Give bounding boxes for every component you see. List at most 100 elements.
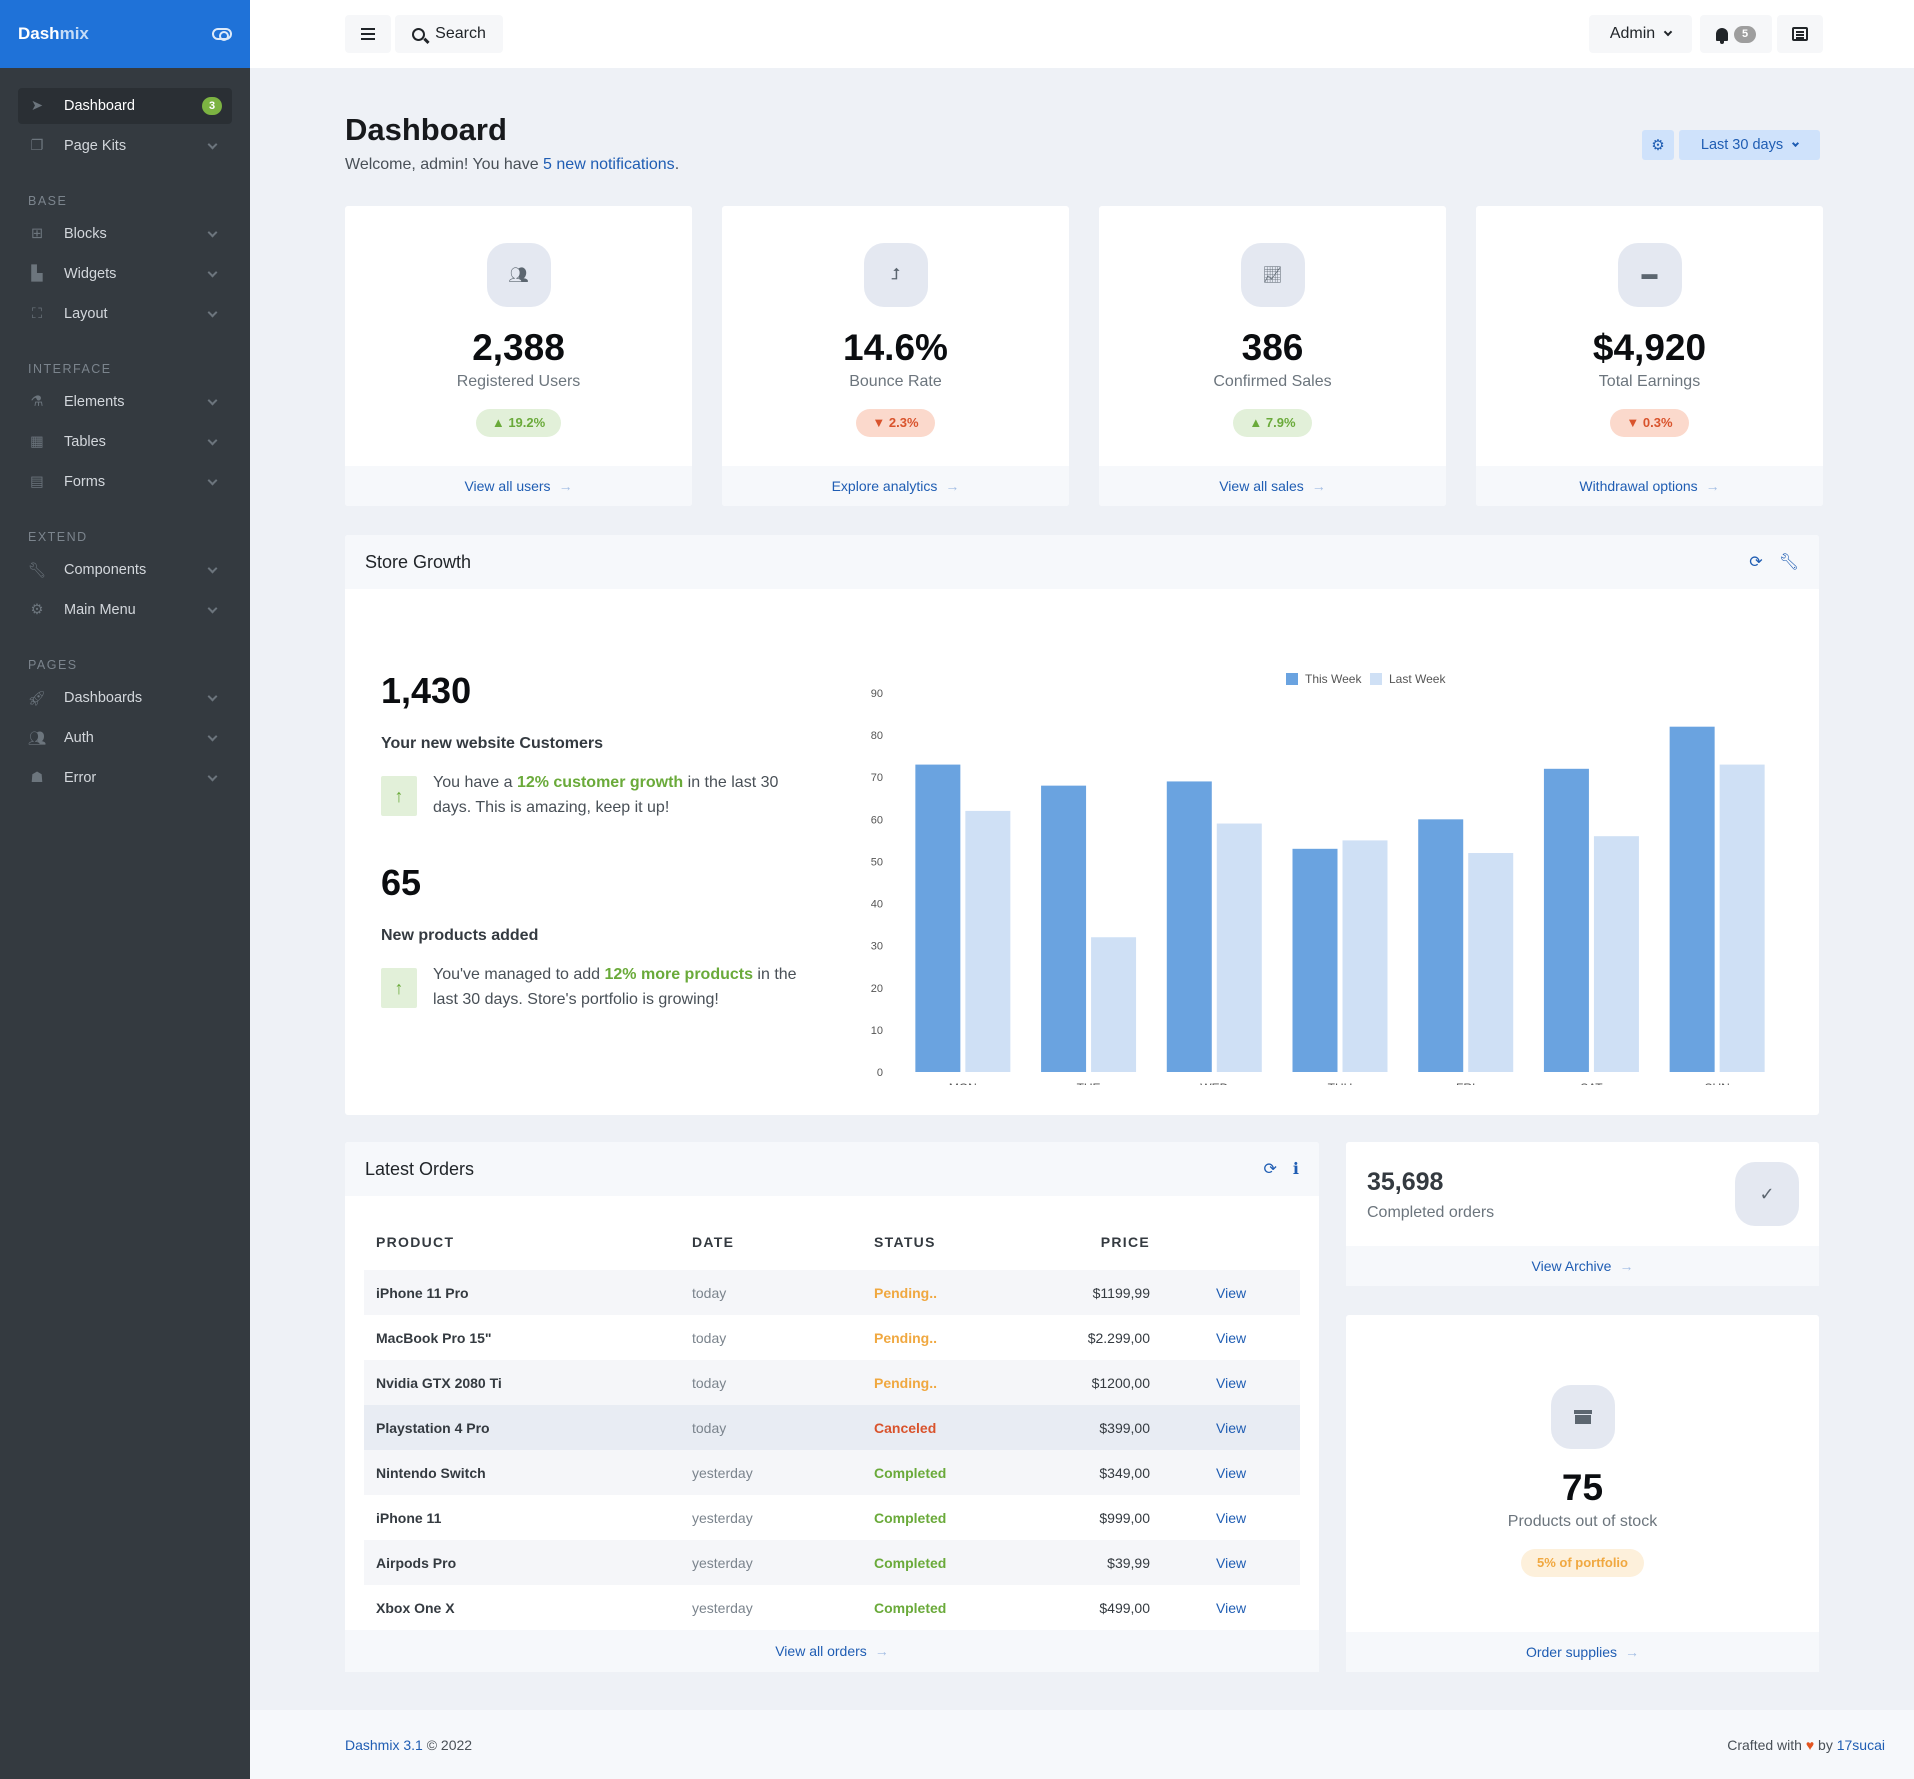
stat-link[interactable]: View all users → — [345, 466, 692, 506]
table-row[interactable]: MacBook Pro 15" today Pending.. $2.299,0… — [364, 1315, 1300, 1360]
arrow-right-icon: → — [874, 1643, 889, 1659]
table-row[interactable]: Nintendo Switch yesterday Completed $349… — [364, 1450, 1300, 1495]
search-button[interactable]: Search — [395, 15, 503, 53]
sidebar-item-page-kits[interactable]: ❐ Page Kits — [18, 128, 232, 164]
table-row[interactable]: iPhone 11 Pro today Pending.. $1199,99 V… — [364, 1270, 1300, 1315]
gear-icon: ⚙ — [30, 602, 44, 618]
view-order-link[interactable]: View — [1162, 1450, 1300, 1495]
stat-change-value: 2.3% — [888, 415, 919, 430]
arrow-right-icon: → — [945, 478, 960, 494]
stat-change-badge: ▲ 19.2% — [475, 409, 562, 437]
page-title: Dashboard — [345, 112, 507, 147]
sidebar-item-forms[interactable]: ▤ Forms — [18, 464, 232, 500]
dashboard-badge: 3 — [202, 97, 222, 115]
sidebar-item-label: Widgets — [64, 266, 117, 282]
view-order-link[interactable]: View — [1162, 1540, 1300, 1585]
stat-link[interactable]: View all sales → — [1099, 466, 1446, 506]
table-row[interactable]: Nvidia GTX 2080 Ti today Pending.. $1200… — [364, 1360, 1300, 1405]
stat-link[interactable]: Withdrawal options → — [1476, 466, 1823, 506]
price-cell: $1200,00 — [1022, 1360, 1162, 1405]
ghost-icon: ☗ — [30, 770, 44, 786]
grid-icon: ⊞ — [30, 226, 44, 242]
bar-this-week-fri — [1418, 819, 1464, 1072]
refresh-icon[interactable]: ⟳ — [1264, 1159, 1277, 1179]
sidebar-item-label: Blocks — [64, 226, 107, 242]
table-row[interactable]: iPhone 11 yesterday Completed $999,00 Vi… — [364, 1495, 1300, 1540]
toggle-sidebar-button[interactable] — [345, 15, 391, 53]
product-link[interactable]: Dashmix 3.1 — [345, 1737, 423, 1753]
info-icon[interactable]: ℹ — [1293, 1159, 1299, 1179]
stat-card: 📈︎ 386 Confirmed Sales ▲ 7.9% View all s… — [1099, 206, 1446, 506]
date-range-dropdown[interactable]: Last 30 days — [1679, 130, 1820, 160]
search-icon — [412, 27, 426, 41]
chevron-down-icon — [207, 139, 218, 149]
bar-this-week-tue — [1041, 785, 1087, 1072]
out-of-stock-label: Products out of stock — [1507, 1513, 1658, 1530]
page-footer: Dashmix 3.1 © 2022 Crafted with ♥ by 17s… — [250, 1710, 1914, 1779]
sidebar-item-blocks[interactable]: ⊞ Blocks — [18, 216, 232, 252]
dark-mode-toggle-icon[interactable] — [212, 28, 232, 41]
chevron-down-icon — [207, 771, 218, 781]
customers-growth-highlight: 12% customer growth — [516, 774, 684, 791]
notifications-button[interactable]: 5 — [1700, 15, 1772, 53]
sidebar-item-tables[interactable]: ▦ Tables — [18, 424, 232, 460]
view-order-link[interactable]: View — [1162, 1360, 1300, 1405]
sidebar-item-widgets[interactable]: ▙ Widgets — [18, 256, 232, 292]
status-cell: Completed — [874, 1599, 947, 1616]
chevron-down-icon — [207, 475, 218, 485]
sidebar-item-label: Dashboard — [64, 98, 135, 114]
sidebar-item-auth[interactable]: 👥︎ Auth — [18, 720, 232, 756]
view-order-link[interactable]: View — [1162, 1585, 1300, 1630]
column-header: STATUS — [874, 1234, 936, 1250]
price-cell: $39,99 — [1022, 1540, 1162, 1585]
x-tick-label: THU — [1328, 1081, 1353, 1085]
link-label: View all users — [464, 478, 551, 494]
sidebar-item-error[interactable]: ☗ Error — [18, 760, 232, 796]
column-header-actions — [1162, 1214, 1300, 1270]
sidebar-item-dashboard[interactable]: ➤ Dashboard 3 — [18, 88, 232, 124]
settings-button[interactable]: ⚙ — [1642, 130, 1674, 160]
sidebar: Dashmix ➤ Dashboard 3 ❐ Page Kits BASE ⊞ … — [0, 0, 250, 1779]
sidebar-item-main-menu[interactable]: ⚙ Main Menu — [18, 592, 232, 628]
view-order-link[interactable]: View — [1162, 1315, 1300, 1360]
new-products-label: New products added — [381, 927, 539, 944]
order-supplies-link[interactable]: Order supplies → — [1346, 1632, 1819, 1672]
sidebar-item-elements[interactable]: ⚗ Elements — [18, 384, 232, 420]
sidebar-item-layout[interactable]: ⛶ Layout — [18, 296, 232, 332]
notifications-link[interactable]: 5 new notifications — [543, 156, 675, 173]
stat-label: Confirmed Sales — [1213, 373, 1332, 390]
view-archive-link[interactable]: View Archive → — [1346, 1246, 1819, 1286]
stat-card: ▬ $4,920 Total Earnings ▼ 0.3% Withdrawa… — [1476, 206, 1823, 506]
chevron-down-icon — [207, 395, 218, 405]
view-order-link[interactable]: View — [1162, 1495, 1300, 1540]
author-link[interactable]: 17sucai — [1837, 1737, 1885, 1753]
table-row[interactable]: Xbox One X yesterday Completed $499,00 V… — [364, 1585, 1300, 1630]
side-overlay-button[interactable] — [1777, 15, 1823, 53]
brand-logo[interactable]: Dashmix — [18, 24, 89, 44]
refresh-icon[interactable]: ⟳ — [1749, 552, 1762, 572]
date-cell: today — [680, 1360, 862, 1405]
view-order-link[interactable]: View — [1162, 1270, 1300, 1315]
stat-link[interactable]: Explore analytics → — [722, 466, 1069, 506]
view-order-link[interactable]: View — [1162, 1405, 1300, 1450]
column-header: DATE — [692, 1234, 735, 1250]
user-dropdown-button[interactable]: Admin — [1589, 15, 1692, 53]
clone-icon: ❐ — [30, 138, 44, 154]
sidebar-item-dashboards[interactable]: 🚀︎ Dashboards — [18, 680, 232, 716]
product-cell: Airpods Pro — [364, 1540, 680, 1585]
stat-value: 386 — [1241, 327, 1304, 368]
chevron-down-icon — [207, 227, 218, 237]
store-growth-chart: 0 10 20 30 40 50 60 70 80 90 MON TUE WED THU FRI SAT SUN… — [871, 672, 1765, 1085]
price-cell: $399,00 — [1022, 1405, 1162, 1450]
text-part: You have a — [433, 774, 517, 791]
wrench-icon[interactable]: 🔧︎ — [1779, 552, 1799, 572]
product-cell: iPhone 11 — [376, 1509, 442, 1526]
table-icon: ▦ — [30, 434, 44, 450]
sidebar-item-components[interactable]: 🔧︎ Components — [18, 552, 232, 588]
view-all-orders-link[interactable]: View all orders → — [345, 1630, 1319, 1672]
chevron-down-icon — [207, 603, 218, 613]
paper-plane-icon: ➤ — [30, 98, 44, 114]
table-row[interactable]: Airpods Pro yesterday Completed $39,99 V… — [364, 1540, 1300, 1585]
table-row[interactable]: Playstation 4 Pro today Canceled $399,00… — [364, 1405, 1300, 1450]
sidebar-nav: ➤ Dashboard 3 ❐ Page Kits BASE ⊞ Blocks ▙… — [0, 68, 250, 820]
